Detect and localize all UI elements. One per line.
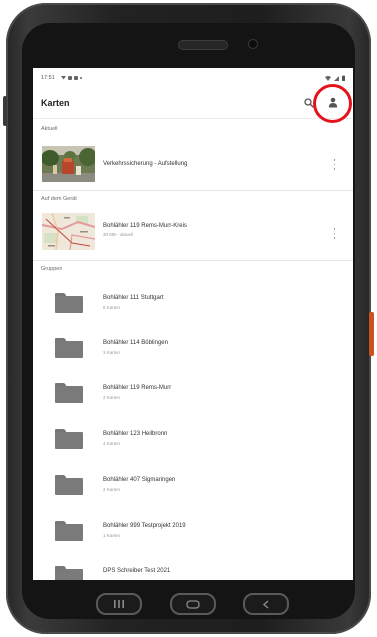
section-header-groups: Gruppen — [41, 266, 63, 272]
kebab-menu-icon[interactable] — [333, 159, 336, 170]
group-subtitle: 8 Karten — [103, 305, 121, 310]
back-icon — [262, 599, 269, 609]
group-subtitle: 2 Karten — [103, 487, 121, 492]
status-system-icons — [325, 75, 345, 81]
item-title: Bohlähler 119 Rems-Murr-Kreis — [103, 223, 187, 229]
side-key-orange[interactable] — [369, 312, 374, 356]
section-header-on-device: Auf dem Gerät — [41, 196, 77, 202]
group-row[interactable]: Bohlähler 407 Sigmaringen 2 Karten — [33, 464, 353, 506]
notification-icon — [68, 75, 72, 80]
wifi-icon — [325, 75, 331, 81]
folder-icon — [55, 293, 83, 313]
battery-icon — [342, 75, 345, 81]
group-subtitle: 3 Karten — [103, 350, 121, 355]
app-bar: Karten — [33, 90, 353, 119]
front-camera — [248, 39, 258, 49]
app-screen: 17:51 Karten Aktuell Verkehrssicherung -… — [33, 68, 353, 580]
group-row[interactable]: Bohlähler 123 Heilbronn 4 Karten — [33, 418, 353, 460]
list-item-device[interactable]: Bohlähler 119 Rems-Murr-Kreis 30 MB - ak… — [33, 208, 353, 256]
home-key[interactable] — [170, 593, 216, 615]
item-title: Verkehrssicherung - Aufstellung — [103, 161, 188, 167]
highlight-circle — [313, 84, 352, 123]
group-row[interactable]: Bohlähler 114 Böblingen 3 Karten — [33, 327, 353, 369]
group-title: Bohlähler 123 Heilbronn — [103, 431, 168, 437]
folder-icon — [55, 429, 83, 449]
signal-icon — [334, 75, 339, 81]
photo-thumbnail — [42, 146, 95, 182]
list-item-recent[interactable]: Verkehrssicherung - Aufstellung — [33, 140, 353, 188]
page-title: Karten — [41, 98, 70, 108]
notification-icon — [74, 75, 78, 80]
group-subtitle: 1 Karten — [103, 533, 121, 538]
group-subtitle: 2 Karten — [103, 395, 121, 400]
section-header-recent: Aktuell — [41, 126, 58, 132]
group-title: Bohlähler 114 Böblingen — [103, 340, 168, 346]
group-title: Bohlähler 119 Rems-Murr — [103, 385, 172, 391]
status-notification-icons — [61, 75, 82, 80]
folder-icon — [55, 338, 83, 358]
group-title: Bohlähler 407 Sigmaringen — [103, 477, 176, 483]
earpiece-speaker — [178, 40, 228, 50]
back-key[interactable] — [243, 593, 289, 615]
folder-icon — [55, 566, 83, 580]
group-row[interactable]: Bohlähler 999 Testprojekt 2019 1 Karten — [33, 510, 353, 552]
status-time: 17:51 — [41, 75, 55, 81]
folder-icon — [55, 475, 83, 495]
map-thumbnail — [42, 213, 95, 250]
dot-icon — [80, 76, 82, 79]
group-subtitle: 4 Karten — [103, 441, 121, 446]
divider — [33, 260, 353, 261]
folder-icon — [55, 521, 83, 541]
group-row[interactable]: Bohlähler 111 Stuttgart 8 Karten — [33, 282, 353, 324]
divider — [33, 190, 353, 191]
group-title: DPS Schreiber Test 2021 — [103, 568, 171, 574]
group-row[interactable]: DPS Schreiber Test 2021 — [33, 555, 353, 580]
group-title: Bohlähler 111 Stuttgart — [103, 295, 164, 301]
download-icon — [61, 76, 66, 80]
recent-apps-icon — [114, 600, 124, 608]
item-subtitle: 30 MB - aktuell — [103, 232, 134, 237]
group-title: Bohlähler 999 Testprojekt 2019 — [103, 523, 186, 529]
group-row[interactable]: Bohlähler 119 Rems-Murr 2 Karten — [33, 372, 353, 414]
kebab-menu-icon[interactable] — [333, 228, 336, 239]
home-icon — [186, 599, 200, 609]
folder-icon — [55, 383, 83, 403]
recent-apps-key[interactable] — [96, 593, 142, 615]
side-key-left[interactable] — [3, 96, 7, 126]
